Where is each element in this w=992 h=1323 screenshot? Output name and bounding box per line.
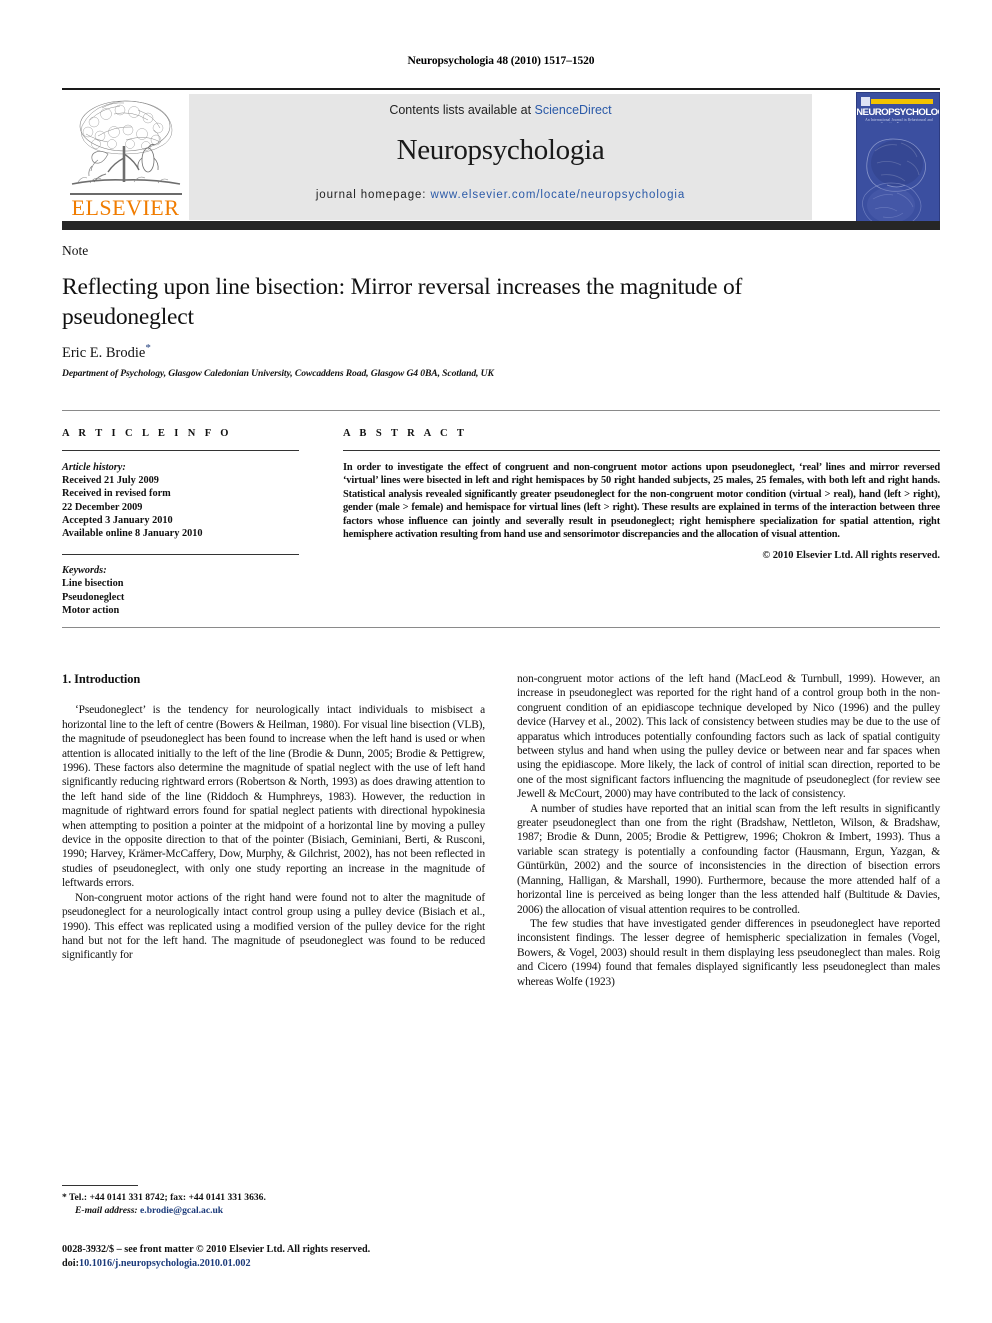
keyword-item: Pseudoneglect	[62, 591, 125, 603]
email-label: E-mail address:	[75, 1204, 138, 1216]
homepage-label: journal homepage:	[315, 189, 427, 201]
doi-label: doi:	[62, 1258, 79, 1269]
history-item: Received 21 July 2009	[62, 475, 159, 487]
article-type-label: Note	[62, 243, 89, 258]
author-affiliation: Department of Psychology, Glasgow Caledo…	[62, 368, 494, 379]
doi-line: doi:10.1016/j.neuropsychologia.2010.01.0…	[62, 1257, 522, 1271]
cover-publisher-icon	[861, 97, 870, 106]
abstract-heading: A B S T R A C T	[343, 428, 468, 439]
paragraph: A number of studies have reported that a…	[517, 802, 940, 916]
elsevier-wordmark: ELSEVIER	[71, 195, 180, 220]
section-divider-bar	[62, 221, 940, 230]
abstract-column: A B S T R A C T In order to investigate …	[343, 428, 940, 561]
running-head: Neuropsychologia 48 (2010) 1517–1520	[407, 55, 595, 67]
email-link[interactable]: e.brodie@gcal.ac.uk	[140, 1205, 223, 1216]
abstract-rule	[343, 450, 940, 451]
footnote-marker: *	[62, 1192, 67, 1203]
sciencedirect-link[interactable]: ScienceDirect	[535, 103, 612, 117]
journal-info-panel: Contents lists available at ScienceDirec…	[189, 94, 812, 220]
footnote-block: * Tel.: +44 0141 331 8742; fax: +44 0141…	[62, 1192, 485, 1217]
front-matter-line: 0028-3932/$ – see front matter © 2010 El…	[62, 1244, 371, 1255]
elsevier-logo: ELSEVIER	[62, 94, 189, 220]
cover-accent-bar	[871, 99, 933, 104]
paragraph: ‘Pseudoneglect’ is the tendency for neur…	[62, 704, 485, 890]
paragraph: Non-congruent motor actions of the right…	[62, 891, 485, 962]
cover-journal-name: NEUROPSYCHOLOGIA	[856, 107, 939, 118]
abstract-copyright: © 2010 Elsevier Ltd. All rights reserved…	[762, 550, 940, 562]
contents-list-line: Contents lists available at ScienceDirec…	[189, 103, 812, 117]
history-item: Available online 8 January 2010	[62, 528, 203, 540]
paper-page: Neuropsychologia 48 (2010) 1517–1520 ELS…	[0, 0, 992, 1323]
info-band-top-rule	[62, 410, 940, 411]
imprint-block: 0028-3932/$ – see front matter © 2010 El…	[62, 1243, 522, 1271]
history-item: Accepted 3 January 2010	[62, 514, 173, 526]
info-band-bottom-rule	[62, 627, 940, 628]
keyword-item: Motor action	[62, 604, 120, 616]
elsevier-tree-icon	[71, 100, 181, 185]
footnote-email-line: E-mail address: e.brodie@gcal.ac.uk	[62, 1205, 485, 1218]
brain-scan-image	[857, 123, 939, 221]
footnote-rule	[62, 1185, 138, 1186]
body-column-left: 1. Introduction ‘Pseudoneglect’ is the t…	[62, 672, 485, 963]
section-heading-introduction: 1. Introduction	[62, 672, 141, 686]
article-history-block: Article history: Received 21 July 2009 R…	[62, 461, 299, 540]
footnote-contact: Tel.: +44 0141 331 8742; fax: +44 0141 3…	[69, 1192, 266, 1203]
contents-prefix: Contents lists available at	[389, 103, 535, 117]
history-item: Received in revised form	[62, 488, 171, 500]
keywords-label: Keywords:	[62, 565, 107, 577]
page-title: Reflecting upon line bisection: Mirror r…	[62, 274, 743, 330]
abstract-text: In order to investigate the effect of co…	[343, 462, 940, 541]
author-name: Eric E. Brodie*	[62, 342, 151, 362]
journal-cover-thumbnail: NEUROPSYCHOLOGIA An International Journa…	[856, 92, 940, 222]
corresponding-author-marker: *	[145, 342, 151, 354]
doi-link[interactable]: 10.1016/j.neuropsychologia.2010.01.002	[79, 1258, 251, 1269]
keyword-item: Line bisection	[62, 578, 124, 590]
paragraph: non-congruent motor actions of the left …	[517, 673, 940, 801]
journal-masthead: ELSEVIER Contents lists available at Sci…	[62, 88, 940, 222]
article-history-label: Article history:	[62, 462, 126, 473]
keywords-rule	[62, 554, 299, 556]
journal-homepage-line: journal homepage: www.elsevier.com/locat…	[189, 189, 812, 201]
body-column-right: non-congruent motor actions of the left …	[517, 672, 940, 989]
footnote-contact-line: * Tel.: +44 0141 331 8742; fax: +44 0141…	[62, 1192, 485, 1205]
article-info-heading: A R T I C L E I N F O	[62, 428, 232, 439]
history-item: 22 December 2009	[62, 501, 143, 513]
paragraph: The few studies that have investigated g…	[517, 917, 940, 988]
homepage-url-link[interactable]: www.elsevier.com/locate/neuropsychologia	[431, 189, 686, 201]
author-name-text: Eric E. Brodie	[62, 344, 146, 361]
keywords-block: Keywords: Line bisection Pseudoneglect M…	[62, 564, 299, 617]
article-info-column: A R T I C L E I N F O Article history: R…	[62, 428, 299, 617]
journal-title: Neuropsychologia	[396, 134, 605, 166]
article-info-rule	[62, 450, 299, 451]
